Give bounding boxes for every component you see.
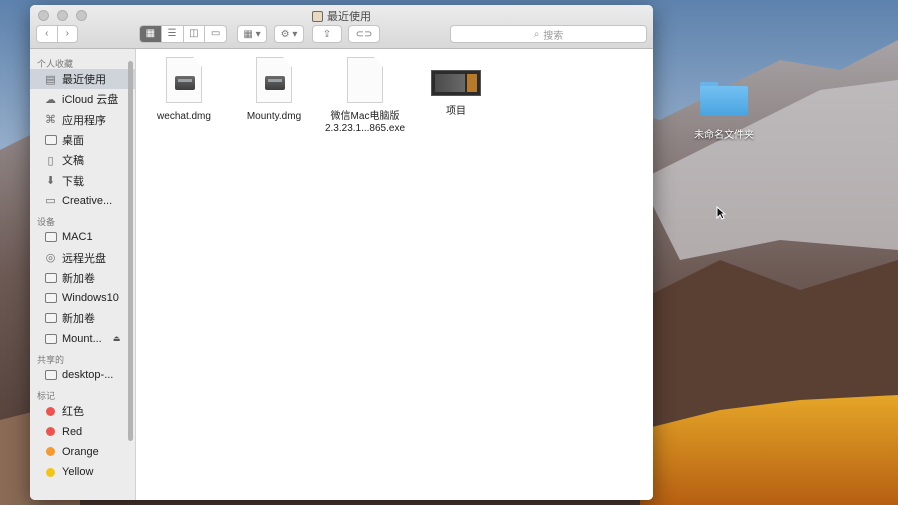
document-icon	[347, 57, 383, 103]
disk-icon	[44, 312, 57, 324]
sidebar-section-heading: 共享的	[37, 354, 65, 365]
disk-icon	[44, 272, 57, 284]
sidebar-item-label: 新加卷	[62, 272, 95, 285]
tag-button[interactable]: ⊂⊃	[348, 25, 380, 43]
sidebar-item-label: desktop-...	[62, 369, 114, 381]
file-item[interactable]: Mounty.dmg	[229, 57, 319, 123]
sidebar-item[interactable]: 红色	[30, 401, 135, 421]
desktop-folder[interactable]: 未命名文件夹	[688, 82, 760, 141]
sidebar-item-label: Orange	[62, 445, 99, 458]
tag-dot-icon	[44, 405, 57, 417]
optical-disc-icon: ◎	[45, 252, 56, 265]
icon-view-button[interactable]: ▦	[140, 26, 161, 42]
sidebar-item[interactable]: 新加卷	[30, 268, 135, 288]
file-item[interactable]: wechat.dmg	[139, 57, 229, 123]
gallery-view-button[interactable]: ▭	[204, 26, 226, 42]
computer-icon	[44, 369, 57, 381]
sidebar-item-label: 最近使用	[62, 74, 106, 87]
folder-icon: ▭	[45, 195, 56, 208]
tag-dot-icon	[44, 446, 57, 458]
sidebar-item-label: MAC1	[62, 231, 93, 244]
sidebar-item[interactable]: ▯ 文稿	[30, 150, 135, 170]
file-item[interactable]: 项目	[411, 57, 501, 118]
mouse-pointer-icon	[716, 205, 727, 225]
disk-image-icon	[256, 57, 292, 103]
documents-icon: ▯	[47, 154, 54, 167]
image-thumbnail-icon	[431, 70, 481, 96]
eject-icon[interactable]: ⏏	[113, 334, 121, 343]
file-name: 项目	[446, 106, 466, 117]
sidebar-item[interactable]: Yellow	[30, 462, 135, 482]
sidebar-item-label: Yellow	[62, 466, 94, 479]
share-button[interactable]: ⇪	[312, 25, 342, 43]
desktop-icon	[44, 134, 57, 146]
sidebar-item-label: Windows10	[62, 292, 119, 305]
sidebar-section-heading: 个人收藏	[37, 59, 74, 69]
arrange-button[interactable]: ▦ ▾	[237, 25, 267, 43]
forward-button[interactable]: ›	[56, 26, 78, 42]
sidebar-section-heading: 标记	[37, 391, 56, 402]
disk-icon	[44, 333, 57, 345]
sidebar-item[interactable]: ⬇ 下载	[30, 170, 135, 190]
file-item[interactable]: 微信Mac电脑版 2.3.23.1...865.exe	[320, 57, 410, 135]
desktop-folder-label: 未命名文件夹	[694, 130, 754, 141]
recents-icon	[312, 10, 323, 22]
finder-window: 最近使用 ‹ › ▦ ☰ ◫ ▭ ▦ ▾ ⚙ ▾ ⇪ ⊂⊃ ⌕ 搜索 个人收藏 ▤…	[30, 5, 653, 500]
sidebar-item[interactable]: Mount... ⏏	[30, 329, 135, 349]
file-name: 微信Mac电脑版 2.3.23.1...865.exe	[324, 111, 406, 134]
back-button[interactable]: ‹	[37, 26, 57, 42]
sidebar-item-label: 文稿	[62, 155, 84, 168]
applications-icon: ⌘	[45, 114, 56, 127]
window-titlebar: 最近使用 ‹ › ▦ ☰ ◫ ▭ ▦ ▾ ⚙ ▾ ⇪ ⊂⊃ ⌕ 搜索	[30, 5, 653, 49]
search-field[interactable]: ⌕ 搜索	[450, 25, 647, 43]
tag-dot-icon	[44, 466, 57, 478]
disk-icon	[44, 292, 57, 304]
sidebar-item[interactable]: Red	[30, 421, 135, 441]
column-view-button[interactable]: ◫	[182, 26, 205, 42]
view-mode-group: ▦ ☰ ◫ ▭	[139, 25, 227, 43]
sidebar-item[interactable]: ◎ 远程光盘	[30, 247, 135, 267]
sidebar: 个人收藏 ▤ 最近使用 ☁ iCloud 云盘 ⌘ 应用程序桌面 ▯ 文稿 ⬇ 下载 ▭ Creativ…	[30, 49, 136, 500]
sidebar-item[interactable]: Orange	[30, 442, 135, 462]
file-name: wechat.dmg	[157, 111, 211, 122]
sidebar-item-label: 新加卷	[62, 313, 95, 326]
sidebar-item-label: 应用程序	[62, 114, 106, 127]
list-view-button[interactable]: ☰	[160, 26, 183, 42]
cloud-icon: ☁	[45, 93, 56, 106]
sidebar-item[interactable]: 新加卷	[30, 308, 135, 328]
file-name: Mounty.dmg	[246, 111, 302, 122]
sidebar-item-label: 下载	[62, 175, 84, 188]
sidebar-item[interactable]: ⌘ 应用程序	[30, 110, 135, 130]
sidebar-item-label: Mount...	[62, 332, 102, 345]
disk-image-icon	[166, 57, 202, 103]
sidebar-item-label: Red	[62, 425, 83, 438]
window-title-text: 最近使用	[327, 11, 371, 23]
disk-icon	[44, 231, 57, 243]
sidebar-item-label: 远程光盘	[62, 252, 106, 265]
sidebar-scrollbar[interactable]	[128, 61, 133, 441]
recents-icon: ▤	[45, 73, 56, 86]
search-icon: ⌕	[533, 28, 540, 40]
sidebar-section-heading: 设备	[37, 217, 56, 228]
sidebar-item[interactable]: desktop-...	[30, 365, 135, 385]
sidebar-item[interactable]: Windows10	[30, 288, 135, 308]
sidebar-item[interactable]: 桌面	[30, 130, 135, 150]
sidebar-item[interactable]: MAC1	[30, 227, 135, 247]
tag-dot-icon	[44, 426, 57, 438]
search-placeholder: 搜索	[543, 30, 564, 42]
folder-icon	[700, 82, 748, 116]
sidebar-item-label: Creative...	[62, 194, 113, 207]
sidebar-item-label: iCloud 云盘	[62, 94, 119, 107]
sidebar-item[interactable]: ☁ iCloud 云盘	[30, 89, 135, 109]
window-title: 最近使用	[30, 8, 653, 24]
action-gear-button[interactable]: ⚙ ▾	[274, 25, 304, 43]
sidebar-item-label: 红色	[62, 406, 84, 419]
sidebar-item[interactable]: ▭ Creative...	[30, 191, 135, 211]
sidebar-item[interactable]: ▤ 最近使用	[30, 69, 135, 90]
file-area: wechat.dmg Mounty.dmg 微信Mac电脑版 2.3.23.1...…	[136, 49, 653, 500]
sidebar-item-label: 桌面	[62, 135, 84, 148]
nav-buttons: ‹ ›	[36, 25, 78, 43]
downloads-icon: ⬇	[45, 175, 56, 188]
